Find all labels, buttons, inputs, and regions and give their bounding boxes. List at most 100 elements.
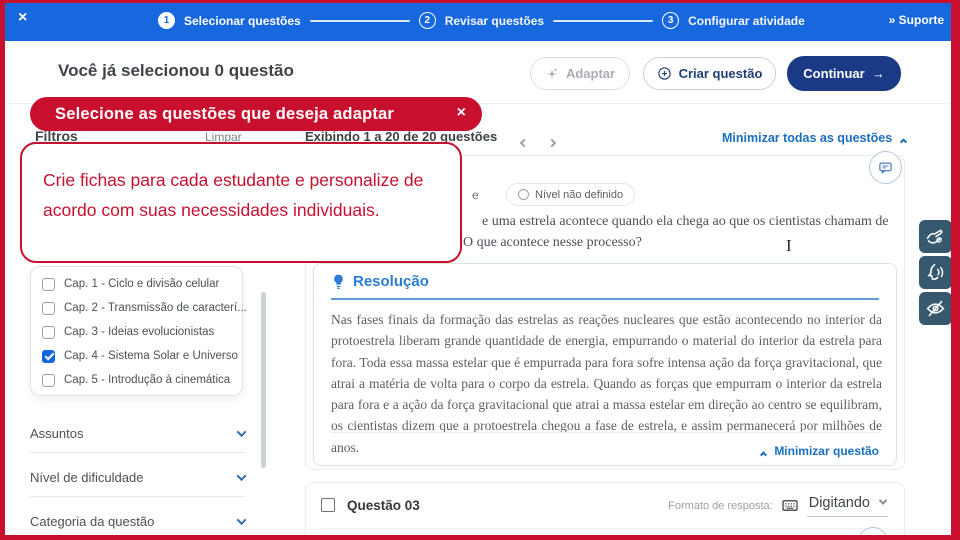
step-2-circle: 2	[418, 12, 436, 29]
app-window: × 1 Selecionar questões 2 Revisar questõ…	[0, 0, 960, 540]
create-question-button[interactable]: Criar questão	[643, 57, 776, 90]
step-2-label[interactable]: Revisar questões	[445, 14, 544, 28]
text-to-speech-icon	[927, 263, 944, 280]
chapter-label: Cap. 2 - Transmissão de caracterí...	[64, 302, 247, 314]
question-03-checkbox[interactable]	[321, 498, 335, 512]
frame-border-top	[0, 0, 960, 3]
continue-button[interactable]: Continuar →	[787, 56, 901, 91]
section-label: Categoria da questão	[30, 513, 155, 529]
divider	[331, 432, 879, 433]
sign-language-button[interactable]	[919, 220, 952, 253]
answer-format-control: Formato de resposta: Digitando	[668, 495, 888, 517]
step-1-label[interactable]: Selecionar questões	[184, 14, 301, 28]
plus-circle-icon	[657, 67, 671, 80]
filter-section-assuntos[interactable]: Assuntos	[30, 424, 247, 442]
chevron-down-icon	[236, 514, 247, 525]
keyboard-icon	[782, 500, 798, 511]
step-1-circle: 1	[158, 12, 175, 29]
checkbox-checked-icon[interactable]	[42, 349, 55, 363]
chevron-down-icon	[236, 426, 247, 437]
minimize-question-label: Minimizar questão	[774, 444, 879, 458]
next-page-icon[interactable]	[547, 133, 557, 151]
chapter-option-5[interactable]: Cap. 5 - Introdução à cinemática	[31, 368, 242, 392]
chevron-down-icon	[236, 470, 247, 481]
checkbox-icon[interactable]	[42, 373, 55, 387]
chevron-up-icon	[760, 450, 768, 458]
chapter-option-4[interactable]: Cap. 4 - Sistema Solar e Universo	[31, 344, 242, 368]
hidden-text-fragment: e	[472, 188, 479, 202]
filter-section-dificuldade[interactable]: Nível de dificuldade	[30, 468, 247, 486]
chapter-label: Cap. 4 - Sistema Solar e Universo	[64, 350, 238, 362]
answer-format-label: Formato de resposta:	[668, 500, 773, 512]
divider	[30, 452, 245, 453]
close-icon[interactable]: ×	[457, 104, 466, 122]
filter-section-categoria[interactable]: Categoria da questão	[30, 512, 247, 530]
chapter-option-3[interactable]: Cap. 3 - Ideias evolucionistas	[31, 320, 242, 344]
text-cursor: I	[786, 236, 792, 255]
step-connector	[309, 19, 410, 22]
adapt-tooltip-title: Selecione as questões que deseja adaptar	[55, 104, 395, 123]
chapter-option-1[interactable]: Cap. 1 - Ciclo e divisão celular	[31, 272, 242, 296]
chevron-down-icon	[878, 495, 888, 505]
arrow-right-icon: →	[871, 66, 885, 81]
frame-border-bottom	[0, 535, 960, 540]
question-text-line-1: e uma estrela acontece quando ela chega …	[482, 214, 889, 229]
checkbox-icon[interactable]	[42, 301, 55, 315]
eye-off-icon	[926, 300, 945, 317]
level-radio-chip[interactable]: Nível não definido	[506, 183, 636, 206]
chapter-filter-panel: Cap. 1 - Ciclo e divisão celular Cap. 2 …	[30, 266, 247, 396]
chapter-label: Cap. 5 - Introdução à cinemática	[64, 374, 231, 386]
divider	[30, 496, 245, 497]
adapt-button[interactable]: Adaptar	[530, 57, 630, 90]
chapter-label: Cap. 1 - Ciclo e divisão celular	[64, 278, 220, 290]
selection-header: Você já selecionou 0 questão Adaptar Cri…	[0, 41, 960, 104]
minimize-all-label: Minimizar todas as questões	[722, 131, 893, 145]
resolution-title: Resolução	[353, 273, 429, 290]
level-chip-label: Nível não definido	[535, 188, 624, 201]
resolution-underline	[331, 298, 879, 300]
adapt-tooltip-header: Selecione as questões que deseja adaptar…	[30, 97, 482, 131]
minimize-all-link[interactable]: Minimizar todas as questões	[722, 131, 908, 145]
section-label: Assuntos	[30, 425, 84, 441]
text-to-speech-button[interactable]	[919, 256, 952, 289]
resolution-panel: Resolução Nas fases finais da formação d…	[313, 263, 897, 466]
selection-count-title: Você já selecionou 0 questão	[58, 61, 294, 80]
sidebar-scrollbar[interactable]	[261, 292, 266, 468]
step-3-circle: 3	[662, 12, 680, 29]
lightbulb-icon	[334, 274, 343, 289]
step-3-label[interactable]: Configurar atividade	[688, 14, 805, 28]
question-03-card: Questão 03 Formato de resposta: Digitand…	[305, 482, 905, 540]
chapter-label: Cap. 3 - Ideias evolucionistas	[64, 326, 215, 338]
sparkle-icon	[547, 68, 557, 79]
adapt-tooltip-body: Crie fichas para cada estudante e person…	[20, 142, 462, 263]
question-03-title: Questão 03	[347, 498, 420, 513]
comment-bubble-button[interactable]	[869, 151, 902, 184]
prev-page-icon[interactable]	[519, 133, 529, 151]
chevron-up-icon	[900, 137, 908, 145]
comment-bubble-icon	[879, 162, 892, 174]
support-link[interactable]: » Suporte	[889, 13, 944, 27]
resolution-header: Resolução	[331, 273, 429, 290]
question-text-line-2: O que acontece nesse processo?	[463, 235, 642, 250]
top-stepper-bar: × 1 Selecionar questões 2 Revisar questõ…	[0, 0, 960, 41]
minimize-question-link[interactable]: Minimizar questão	[760, 444, 879, 458]
close-icon[interactable]: ×	[18, 9, 27, 27]
adapt-label: Adaptar	[565, 66, 616, 81]
stepper: 1 Selecionar questões 2 Revisar questões…	[158, 0, 805, 41]
checkbox-icon[interactable]	[42, 325, 55, 339]
radio-icon[interactable]	[518, 189, 529, 200]
visual-accessibility-button[interactable]	[919, 292, 952, 325]
continue-label: Continuar	[803, 66, 865, 81]
frame-border-right	[951, 0, 960, 540]
adapt-tooltip-text: Crie fichas para cada estudante e person…	[43, 170, 424, 220]
answer-format-dropdown[interactable]: Digitando	[806, 495, 888, 517]
frame-border-left	[0, 0, 5, 540]
checkbox-icon[interactable]	[42, 277, 55, 291]
create-question-label: Criar questão	[678, 66, 763, 81]
answer-format-value: Digitando	[808, 495, 870, 511]
chapter-option-2[interactable]: Cap. 2 - Transmissão de caracterí...	[31, 296, 247, 320]
accessibility-toolbar	[919, 220, 952, 325]
sign-language-icon	[926, 229, 943, 244]
section-label: Nível de dificuldade	[30, 469, 144, 485]
resolution-text: Nas fases finais da formação das estrela…	[331, 312, 882, 455]
